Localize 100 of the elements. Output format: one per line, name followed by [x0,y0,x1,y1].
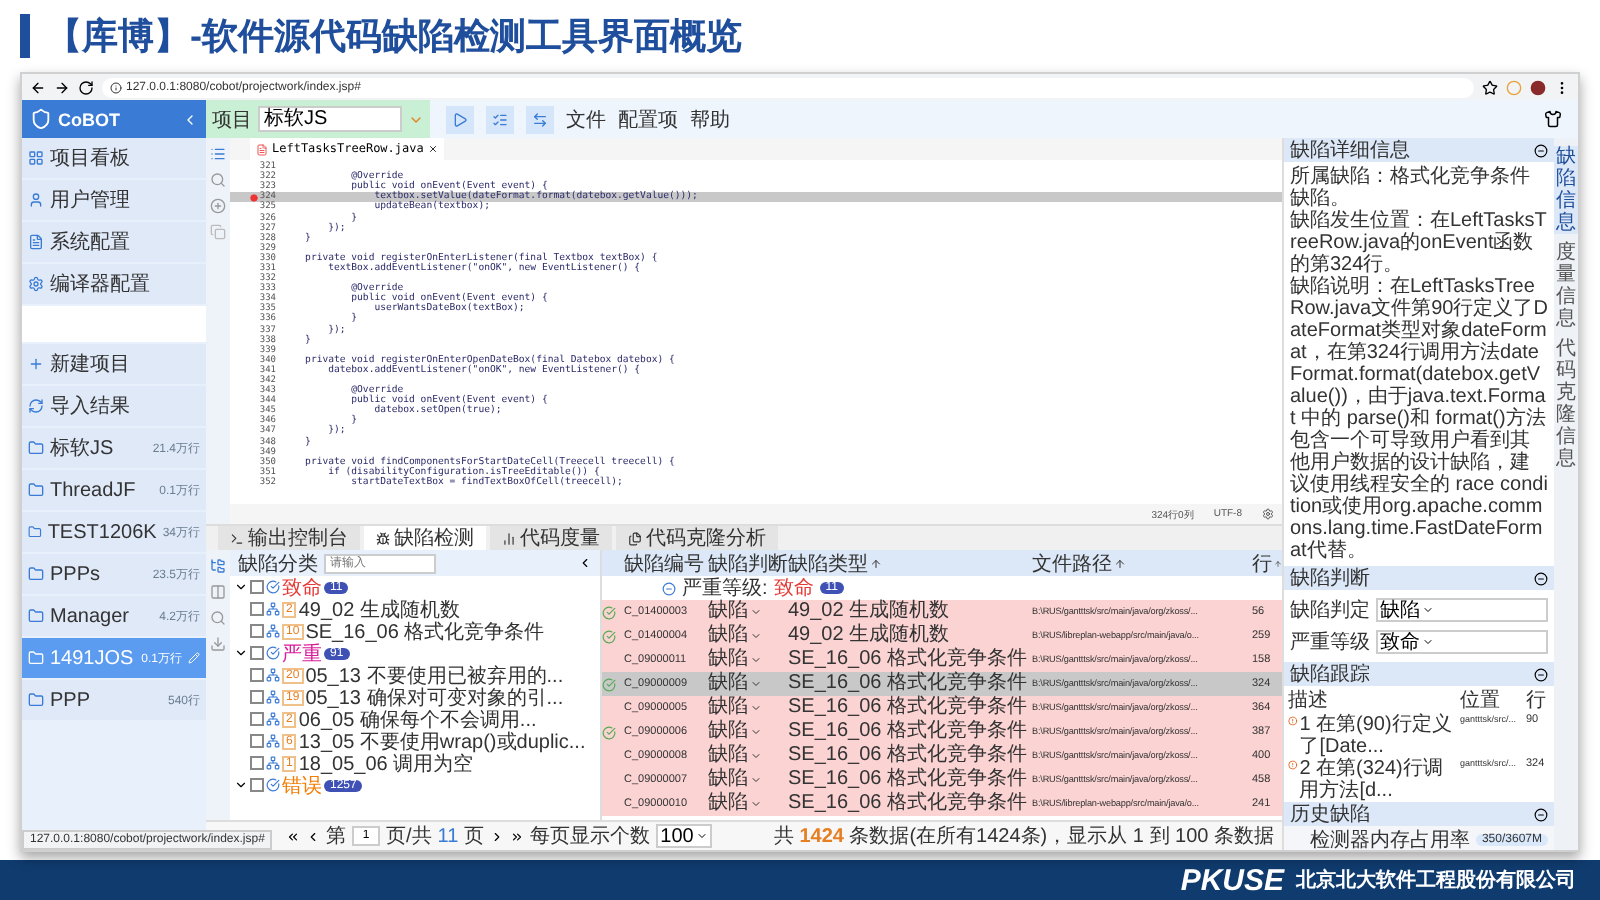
side-tab[interactable]: 度量信息 [1554,242,1578,330]
project-label: 项目 [212,107,252,133]
nav-item[interactable]: 用户管理 [22,180,206,220]
severity-label[interactable]: 严重 [282,639,322,667]
judgement-select[interactable]: 致命 [1376,630,1548,654]
action-item[interactable]: 导入结果 [22,386,206,426]
checkbox[interactable] [250,690,264,704]
collapse-icon[interactable] [1534,571,1548,585]
project-field[interactable]: 标软JS [258,106,402,132]
detail-text: 缺陷发生位置：在LeftTasksTreeRow.java的onEvent函数的第324行。 [1290,210,1548,276]
checkbox[interactable] [250,668,264,682]
info-icon[interactable] [110,81,122,93]
panel-tab[interactable]: 缺陷检测 [364,526,486,550]
page-prefix: 第 [326,824,346,850]
add-icon[interactable] [210,198,226,214]
column-header[interactable]: 行 [1252,550,1282,578]
column-header[interactable]: 文件路径 [1032,550,1252,578]
sort-icon[interactable] [1274,558,1282,570]
judgement-select[interactable]: 缺陷 [708,768,788,792]
action-item[interactable]: 新建项目 [22,344,206,384]
side-tab[interactable]: 缺陷信息 [1554,146,1578,234]
export-icon[interactable] [210,636,226,652]
column-header[interactable]: 缺陷类型 [788,550,1032,578]
judgement-select[interactable]: 缺陷 [708,600,788,624]
nav-item[interactable]: 编译器配置 [22,264,206,304]
table-cell-text: 49_02 生成随机数 [788,624,952,647]
extension-icon[interactable] [1506,79,1522,95]
expand-icon[interactable] [234,646,248,660]
judgement-select[interactable]: 缺陷 [708,696,788,720]
expand-icon[interactable] [234,580,248,594]
side-tab[interactable]: 代码克隆信息 [1554,338,1578,470]
last-page-icon[interactable] [510,829,525,843]
bookmark-star-icon[interactable] [1482,79,1498,95]
rule-label[interactable]: 49_02 生成随机数 [298,595,460,623]
back-icon[interactable] [30,79,46,95]
tree-icon[interactable] [210,558,226,574]
previous-page-icon[interactable] [306,829,320,843]
checkbox[interactable] [250,712,264,726]
menu-item[interactable]: 配置项 [618,105,678,133]
search-icon[interactable] [210,172,226,188]
judgement-select[interactable]: 缺陷 [708,720,788,744]
judgement-select[interactable]: 缺陷 [1376,598,1548,622]
rule-label[interactable]: 05_13 不要使用已被弃用的... [305,661,564,689]
search-icon[interactable] [210,610,226,626]
checkbox[interactable] [250,580,264,594]
rule-label[interactable]: SE_16_06 格式化竞争条件 [305,617,545,645]
judgement-select[interactable]: 缺陷 [708,792,788,816]
checkbox[interactable] [250,778,264,792]
trace-description[interactable]: 2 在第(324)行调用方法[d... [1288,758,1458,802]
first-page-icon[interactable] [286,829,300,843]
table-cell-text: SE_16_06 格式化竞争条件 [788,792,1029,816]
severity-label[interactable]: 致命 [282,573,322,601]
checkbox[interactable] [250,734,264,748]
collapse-icon[interactable] [1534,807,1548,821]
list-button[interactable] [486,105,514,133]
checkbox[interactable] [250,646,264,660]
trace-description[interactable]: 1 在第(90)行定义了[Date... [1288,714,1458,758]
menu-item[interactable]: 帮助 [690,105,730,133]
swap-button[interactable] [526,105,554,133]
nav-item[interactable]: 项目看板 [22,138,206,178]
collapse-icon[interactable] [1534,143,1548,157]
rule-label[interactable]: 06_05 确保每个不会调用... [298,705,537,733]
column-header[interactable]: 缺陷判断 [708,550,788,578]
rule-label[interactable]: 18_05_06 调用为空 [298,749,474,777]
project-name: PPP [50,689,91,711]
panel-tab[interactable]: 代码度量 [490,526,612,550]
settings-icon[interactable] [1262,508,1274,520]
judgement-select[interactable]: 缺陷 [708,648,788,672]
group-label: 严重等级: [682,575,768,600]
panel-tab[interactable]: 输出控制台 [218,526,360,550]
sort-icon[interactable] [1114,558,1126,570]
collapse-icon[interactable] [578,556,592,570]
collapse-icon[interactable] [1534,667,1548,681]
checkbox[interactable] [250,624,264,638]
column-header[interactable]: 缺陷编号 [624,550,708,578]
rule-label[interactable]: 13_05 不要使用wrap()或duplic... [298,727,586,755]
rule-label[interactable]: 05_13 确保对可变对象的引... [305,683,564,711]
judgement-select[interactable]: 缺陷 [708,624,788,648]
sort-icon[interactable] [870,558,882,570]
columns-icon[interactable] [210,584,226,600]
list-icon[interactable] [210,146,226,162]
expand-icon[interactable] [234,778,248,792]
per-page-select[interactable]: 100 [656,824,712,848]
nav-item[interactable]: 系统配置 [22,222,206,262]
reload-icon[interactable] [78,79,94,95]
checkbox[interactable] [250,756,264,770]
next-page-icon[interactable] [490,829,505,843]
rule-icon [266,624,280,638]
panel-tab[interactable]: 代码克隆分析 [616,526,778,550]
breakpoint-icon[interactable] [249,193,258,202]
shirt-icon[interactable] [1544,110,1562,128]
run-button[interactable] [446,105,474,133]
judgement-select[interactable]: 缺陷 [708,672,788,696]
judgement-select[interactable]: 缺陷 [708,744,788,768]
profile-avatar-icon[interactable] [1530,79,1546,95]
edit-icon[interactable] [188,652,200,664]
menu-item[interactable]: 文件 [566,105,606,133]
forward-icon[interactable] [54,79,70,95]
category-icon [266,646,280,660]
checkbox[interactable] [250,602,264,616]
